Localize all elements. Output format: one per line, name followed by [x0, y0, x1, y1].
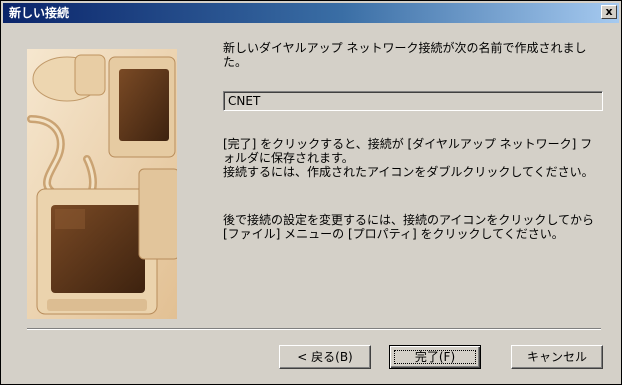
instruction-text-2: 接続するには、作成されたアイコンをダブルクリックしてください。: [223, 165, 594, 179]
back-button[interactable]: < 戻る(B): [279, 345, 371, 369]
wizard-illustration: [27, 49, 177, 319]
intro-text: 新しいダイヤルアップ ネットワーク接続が次の名前で作成されました。: [223, 41, 587, 69]
title-bar[interactable]: 新しい接続 x: [3, 3, 619, 23]
instruction-text-3: 後で接続の設定を変更するには、接続のアイコンをクリックしてから [ファイル] メ…: [223, 213, 595, 241]
close-icon: x: [605, 5, 613, 18]
connection-name-field: CNET: [223, 91, 603, 111]
finish-button[interactable]: 完了(F): [389, 345, 481, 369]
dialog-window: 新しい接続 x 新しいダイヤルアップ ネットワーク接続が次の名前で作成されました…: [0, 0, 622, 385]
computer-monitors-illustration: [27, 49, 177, 319]
focus-rectangle: [394, 350, 476, 364]
window-title: 新しい接続: [9, 6, 70, 20]
connection-name-value: CNET: [228, 94, 261, 108]
separator-line: [27, 328, 601, 330]
cancel-button[interactable]: キャンセル: [511, 345, 603, 369]
close-button[interactable]: x: [601, 5, 617, 19]
instruction-text-1: [完了] をクリックすると、接続が [ダイヤルアップ ネットワーク] フォルダに…: [223, 137, 593, 165]
